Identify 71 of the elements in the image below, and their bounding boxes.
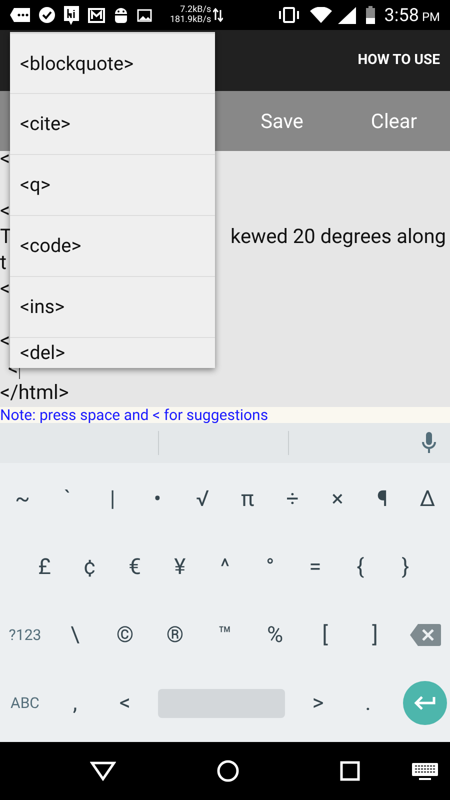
mail-icon (88, 8, 105, 22)
keyboard-key[interactable]: ° (248, 533, 293, 601)
keyboard-key[interactable]: { (338, 533, 383, 601)
battery-icon (366, 6, 376, 24)
suggestion-item[interactable]: <code> (10, 215, 215, 276)
keyboard-icon[interactable] (412, 763, 438, 780)
keyboard-key[interactable]: ¥ (157, 533, 202, 601)
keyboard-key[interactable]: < (100, 669, 150, 737)
keyboard-key[interactable]: ÷ (270, 465, 315, 533)
keyboard-key[interactable]: √ (180, 465, 225, 533)
keyboard-key[interactable]: % (250, 601, 300, 669)
keyboard-key[interactable]: π (225, 465, 270, 533)
recents-icon[interactable] (340, 761, 360, 781)
keyboard-key[interactable]: • (135, 465, 180, 533)
keyboard-key[interactable]: > (293, 669, 343, 737)
keyboard-key[interactable]: | (90, 465, 135, 533)
keyboard-key[interactable]: . (343, 669, 393, 737)
chat-icon (10, 8, 30, 22)
code-text: kewed 20 degrees along (230, 225, 447, 247)
wifi-icon (310, 7, 332, 23)
vibrate-icon (278, 7, 300, 23)
upload-speed: 7.2kB/s (180, 5, 212, 15)
enter-icon (414, 696, 436, 710)
keyboard-key[interactable]: } (382, 533, 428, 601)
keyboard-key[interactable]: [ (300, 601, 350, 669)
how-to-use-button[interactable]: HOW TO USE (358, 50, 440, 71)
code-text: < (0, 329, 10, 351)
keyboard-key[interactable]: £ (22, 533, 68, 601)
code-text: < (0, 199, 10, 221)
microphone-icon[interactable] (422, 432, 436, 454)
code-text: t (0, 251, 7, 273)
android-icon (114, 7, 128, 23)
code-text: < (0, 151, 10, 169)
keyboard-key[interactable]: × (315, 465, 360, 533)
suggestion-item[interactable]: <del> (10, 337, 215, 368)
data-arrows-icon (213, 8, 224, 22)
suggestion-item[interactable]: <ins> (10, 276, 215, 337)
toolbar-button[interactable]: Save (226, 106, 338, 136)
keyboard-key[interactable]: ^ (202, 533, 248, 601)
keyboard-key[interactable]: = (292, 533, 338, 601)
mode-key[interactable]: ABC (0, 669, 50, 737)
keyboard-key[interactable]: ] (350, 601, 400, 669)
keyboard-key[interactable]: ¶ (360, 465, 405, 533)
suggestion-item[interactable]: <q> (10, 154, 215, 215)
keyboard-key[interactable]: ∆ (405, 465, 450, 533)
app-icon (64, 6, 79, 24)
keyboard-key[interactable]: ® (150, 601, 200, 669)
back-icon[interactable] (90, 761, 116, 781)
keyboard-key[interactable]: , (50, 669, 100, 737)
code-text: < (0, 277, 10, 299)
keyboard-key[interactable]: ~ (0, 465, 45, 533)
suggestion-item[interactable]: <cite> (10, 93, 215, 154)
download-speed: 181.9kB/s (170, 15, 212, 25)
suggestion-item[interactable]: <blockquote> (10, 32, 215, 93)
keyboard-key[interactable]: € (112, 533, 158, 601)
check-icon (39, 7, 55, 23)
backspace-icon (410, 624, 440, 646)
note-text: Note: press space and < for suggestions (0, 407, 268, 423)
keyboard-key[interactable]: ` (45, 465, 90, 533)
image-icon (137, 8, 152, 22)
toolbar-button[interactable]: Clear (338, 106, 450, 136)
keyboard-key[interactable]: © (100, 601, 150, 669)
clock-period: PM (422, 8, 440, 26)
mode-key[interactable]: ?123 (0, 601, 50, 669)
signal-icon (338, 6, 356, 24)
keyboard-key[interactable]: \ (50, 601, 100, 669)
code-text: </html> (0, 381, 69, 403)
clock-time: 3:58 (384, 4, 419, 28)
home-icon[interactable] (216, 760, 239, 782)
keyboard-key[interactable]: ™ (200, 601, 250, 669)
keyboard-key[interactable]: ¢ (67, 533, 112, 601)
